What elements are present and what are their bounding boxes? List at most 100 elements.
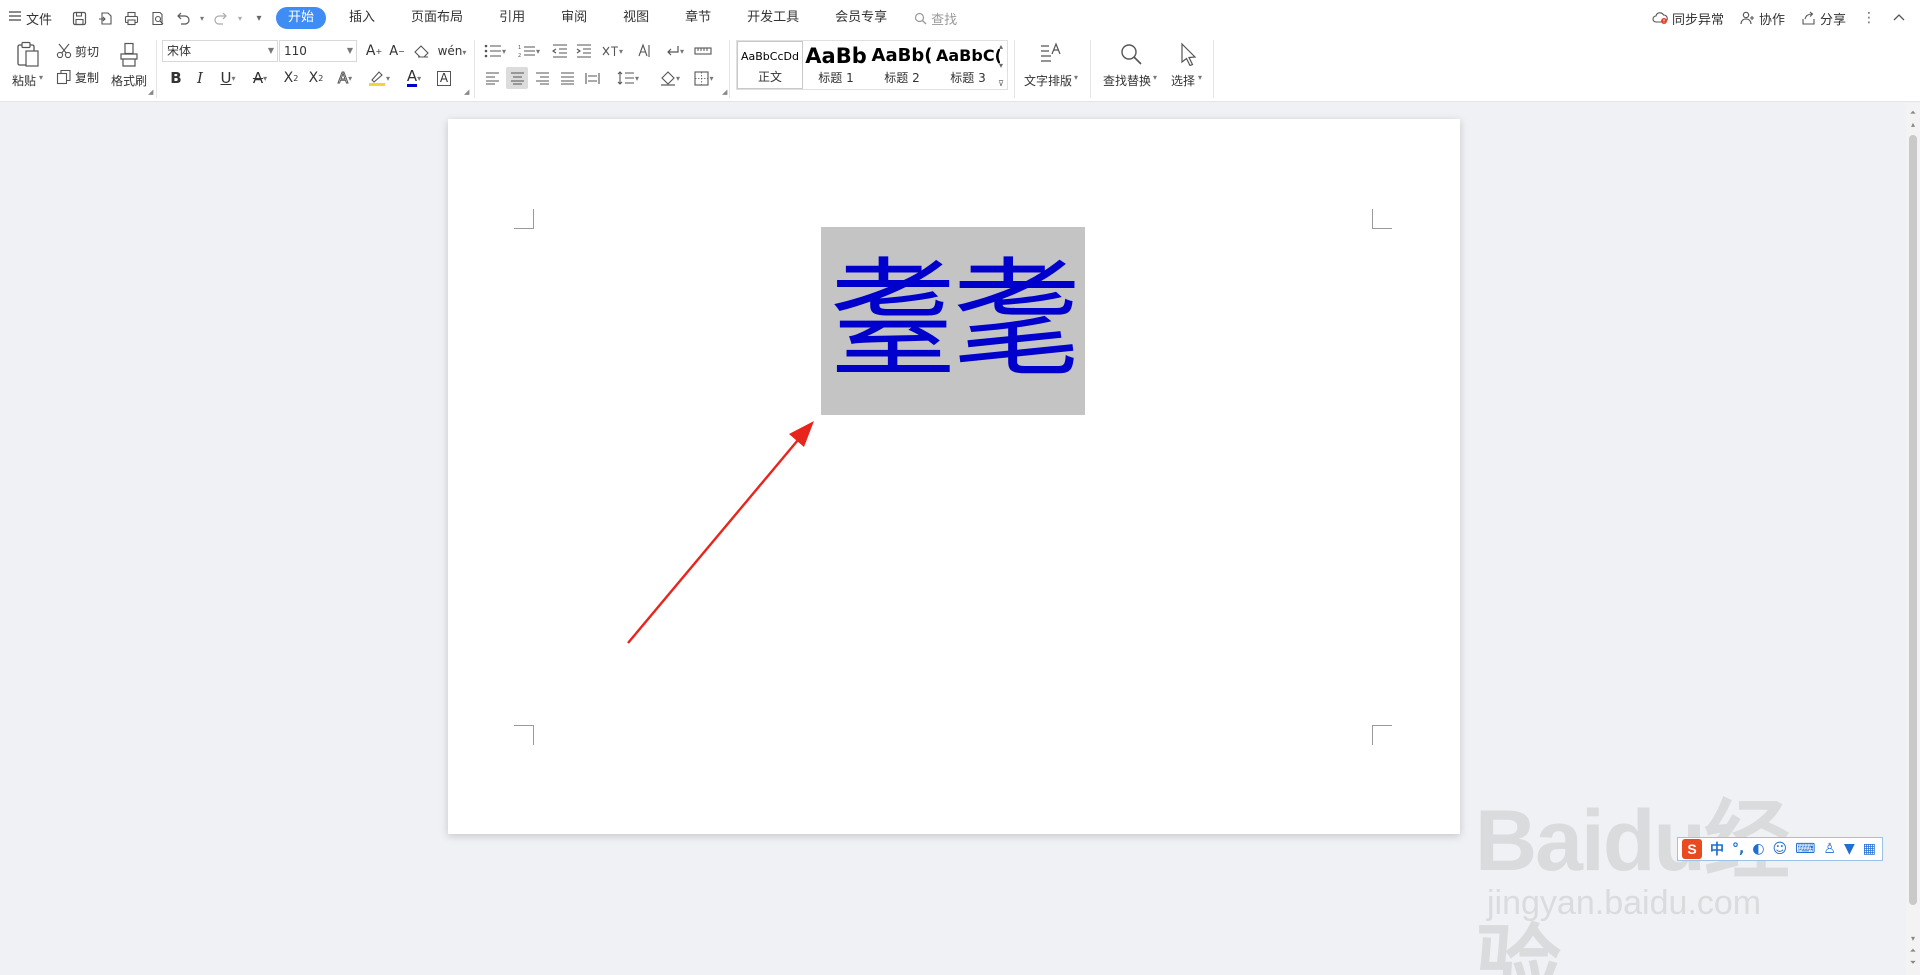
- keyboard-icon[interactable]: ⌨: [1795, 841, 1815, 857]
- italic-button[interactable]: I: [190, 68, 210, 88]
- print-icon[interactable]: [120, 7, 142, 29]
- font-color-button[interactable]: A ▾: [399, 68, 429, 88]
- redo-dropdown-icon[interactable]: ▾: [236, 7, 244, 29]
- shrink-font-button[interactable]: A −: [387, 41, 407, 61]
- subscript-button[interactable]: X2: [305, 68, 327, 88]
- align-right-button[interactable]: [532, 68, 552, 88]
- numbered-list-button[interactable]: 12 ▾: [516, 41, 542, 61]
- chinese-layout-button[interactable]: ▾: [598, 41, 626, 61]
- tab-developer[interactable]: 开发工具: [734, 7, 812, 29]
- increase-indent-button[interactable]: [574, 41, 594, 61]
- bold-button[interactable]: B: [166, 68, 186, 88]
- highlight-button[interactable]: ▾: [363, 68, 395, 88]
- paint-bucket-icon: [660, 71, 675, 86]
- sogou-logo-icon[interactable]: S: [1682, 839, 1702, 859]
- user-icon[interactable]: ♙: [1823, 841, 1836, 857]
- undo-icon[interactable]: [172, 7, 194, 29]
- tab-review[interactable]: 审阅: [548, 7, 600, 29]
- style-normal[interactable]: AaBbCcDd 正文: [737, 41, 803, 89]
- ruler-button[interactable]: [692, 41, 714, 61]
- superscript-button[interactable]: X2: [280, 68, 302, 88]
- scroll-down-icon[interactable]: ▾: [1906, 933, 1920, 945]
- format-painter-button[interactable]: [114, 40, 144, 70]
- scrollbar-thumb[interactable]: [1909, 135, 1917, 905]
- text-effect-button[interactable]: A ▾: [331, 68, 359, 88]
- shading-button[interactable]: ▾: [656, 68, 684, 88]
- find-replace-button[interactable]: [1116, 40, 1146, 68]
- align-center-button[interactable]: [506, 67, 528, 89]
- text-layout-dropdown-icon[interactable]: ▾: [1074, 73, 1078, 82]
- align-left-button[interactable]: [482, 68, 502, 88]
- clipboard-launcher-icon[interactable]: ◢: [148, 88, 153, 96]
- tab-page-layout[interactable]: 页面布局: [398, 7, 476, 29]
- strikethrough-button[interactable]: A ▾: [246, 68, 274, 88]
- skin-icon[interactable]: ▼: [1844, 841, 1855, 857]
- export-icon[interactable]: [94, 7, 116, 29]
- text-layout-button[interactable]: [1036, 40, 1066, 68]
- font-size-select[interactable]: 110 ▼: [279, 40, 357, 62]
- chevron-up-icon[interactable]: ▴: [999, 42, 1003, 51]
- tab-member[interactable]: 会员专享: [822, 7, 900, 29]
- style-heading-2[interactable]: AaBb( 标题 2: [869, 41, 935, 89]
- font-name-select[interactable]: 宋体 ▼: [162, 40, 278, 62]
- scroll-previous-page-icon[interactable]: ⏶: [1906, 945, 1920, 957]
- tab-home[interactable]: 开始: [276, 7, 327, 29]
- line-spacing-button[interactable]: ▾: [614, 68, 642, 88]
- clear-format-button[interactable]: [412, 41, 432, 61]
- tab-sections[interactable]: 章节: [672, 7, 724, 29]
- scroll-up-icon[interactable]: ▴: [1906, 119, 1920, 131]
- save-icon[interactable]: [68, 7, 90, 29]
- share-button[interactable]: 分享: [1801, 9, 1846, 28]
- file-menu[interactable]: 文件: [0, 5, 60, 31]
- toolbox-icon[interactable]: ▦: [1863, 841, 1876, 857]
- char-border-button[interactable]: A: [434, 68, 454, 88]
- style-heading-1[interactable]: AaBb 标题 1: [803, 41, 869, 89]
- select-button[interactable]: [1173, 40, 1203, 68]
- print-preview-icon[interactable]: [146, 7, 168, 29]
- bullet-list-button[interactable]: ▾: [482, 41, 508, 61]
- scroll-to-top-icon[interactable]: ⏶: [1906, 107, 1920, 119]
- justify-button[interactable]: [557, 68, 577, 88]
- paste-button[interactable]: [12, 40, 44, 70]
- paragraph-launcher-icon[interactable]: ◢: [722, 88, 727, 96]
- emoji-icon[interactable]: ☺: [1773, 841, 1788, 857]
- redo-icon[interactable]: [210, 7, 232, 29]
- cut-button[interactable]: 剪切: [56, 41, 99, 61]
- search-command[interactable]: 查找: [914, 9, 957, 28]
- ime-mode-toggle[interactable]: 中: [1710, 839, 1724, 859]
- gallery-more-icon[interactable]: ⊽: [998, 79, 1004, 88]
- scroll-next-page-icon[interactable]: ⏷: [1906, 957, 1920, 969]
- decrease-indent-button[interactable]: [550, 41, 570, 61]
- sync-status-button[interactable]: 同步异常: [1652, 9, 1724, 28]
- punctuation-icon[interactable]: °,: [1732, 841, 1744, 857]
- collapse-ribbon-icon[interactable]: [1892, 11, 1906, 26]
- collaborate-button[interactable]: 协作: [1740, 9, 1785, 28]
- style-heading-3[interactable]: AaBbC( 标题 3: [935, 41, 1001, 89]
- find-replace-dropdown-icon[interactable]: ▾: [1153, 73, 1157, 82]
- numbered-list-icon: 12: [518, 45, 535, 58]
- tab-view[interactable]: 视图: [610, 7, 662, 29]
- document-canvas[interactable]: 耋耄: [0, 103, 1906, 975]
- styles-gallery-scroll[interactable]: ▴ ▾ ⊽: [996, 42, 1006, 88]
- vertical-scrollbar[interactable]: ⏶ ▴ ▾ ⏶ ⏷: [1906, 103, 1920, 975]
- borders-button[interactable]: ▾: [690, 68, 718, 88]
- show-marks-button[interactable]: ▾: [660, 41, 688, 61]
- distributed-button[interactable]: [582, 68, 602, 88]
- paste-dropdown-icon[interactable]: ▾: [39, 73, 43, 82]
- tab-references[interactable]: 引用: [486, 7, 538, 29]
- phonetic-guide-button[interactable]: wén▾: [437, 41, 467, 61]
- grow-font-button[interactable]: A +: [364, 41, 384, 61]
- customize-toolbar-icon[interactable]: ▾: [248, 7, 270, 29]
- tab-insert[interactable]: 插入: [336, 7, 388, 29]
- voice-icon[interactable]: ◐: [1752, 841, 1764, 857]
- text-direction-button[interactable]: [634, 41, 654, 61]
- copy-button[interactable]: 复制: [56, 67, 99, 87]
- chevron-down-icon[interactable]: ▾: [999, 61, 1003, 70]
- undo-dropdown-icon[interactable]: ▾: [198, 7, 206, 29]
- font-launcher-icon[interactable]: ◢: [464, 88, 469, 96]
- underline-button[interactable]: U ▾: [214, 68, 242, 88]
- ime-toolbar[interactable]: S 中 °, ◐ ☺ ⌨ ♙ ▼ ▦: [1677, 837, 1883, 861]
- document-page[interactable]: 耋耄: [448, 119, 1460, 834]
- select-dropdown-icon[interactable]: ▾: [1198, 73, 1202, 82]
- more-options-icon[interactable]: ⋮: [1862, 10, 1876, 26]
